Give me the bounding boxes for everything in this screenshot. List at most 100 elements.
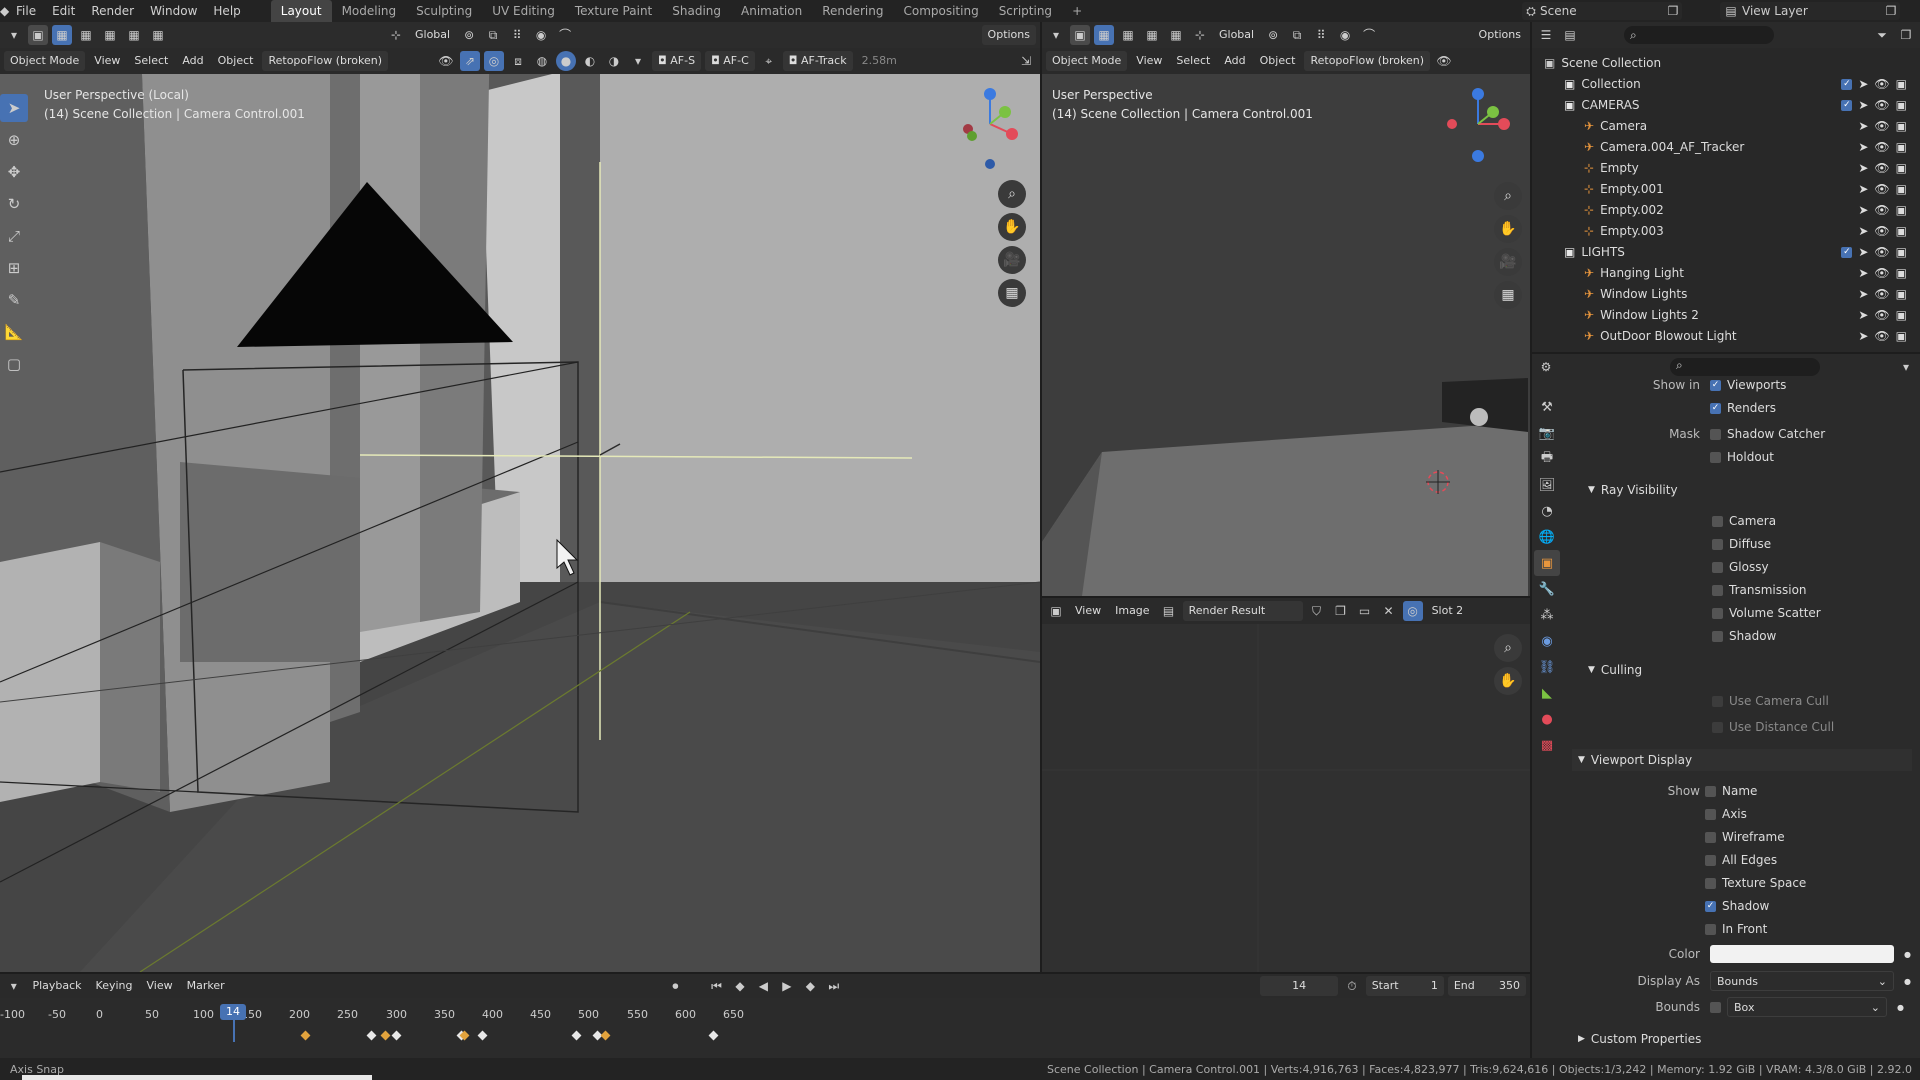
playback-menu[interactable]: Playback [27, 976, 86, 996]
select-cursor-icon[interactable]: ➤ [1858, 203, 1868, 217]
overlay-icon[interactable]: ◎ [484, 51, 505, 71]
image-browse-icon[interactable]: ▤ [1159, 601, 1179, 621]
outliner-row[interactable]: ▣ Scene Collection [1532, 52, 1915, 73]
eye-icon[interactable]: 👁 [1874, 329, 1889, 343]
image-menu[interactable]: Image [1110, 601, 1154, 621]
ray-visibility-header[interactable]: ▼ Ray Visibility [1588, 479, 1678, 501]
navigation-gizmo[interactable] [1438, 84, 1518, 174]
select-mode-extend-icon[interactable]: ▦ [1118, 25, 1138, 45]
ray-visibility-checkbox[interactable] [1712, 607, 1723, 619]
viewport-display-checkbox[interactable] [1705, 854, 1716, 866]
snap-target-icon[interactable]: ⠿ [1311, 25, 1331, 45]
keyframe-dot-icon[interactable]: ● [1904, 950, 1911, 959]
texture-tab-icon[interactable]: ▩ [1534, 732, 1560, 758]
outliner-row[interactable]: ⊹ Empty.003 ➤ 👁 ▣ [1532, 220, 1915, 241]
viewport-right[interactable]: ▾ ▣ ▦ ▦ ▦ ▦ ⊹ Global ⊚ ⧉ ⠿ ◉ ⌒ Options O… [1042, 22, 1530, 596]
keying-menu[interactable]: Keying [91, 976, 138, 996]
navigation-gizmo[interactable] [950, 84, 1030, 174]
world-tab-icon[interactable]: 🌐 [1534, 524, 1560, 550]
ortho-grid-icon[interactable]: ▦ [998, 279, 1026, 307]
material-shading-icon[interactable]: ◐ [580, 51, 600, 71]
object-menu[interactable]: Object [213, 51, 259, 71]
exclude-checkbox[interactable]: ✓ [1841, 99, 1853, 111]
exclude-checkbox[interactable]: ✓ [1841, 246, 1853, 258]
select-mode-extend-icon[interactable]: ▦ [76, 25, 96, 45]
select-cursor-icon[interactable]: ➤ [1858, 140, 1868, 154]
select-cursor-icon[interactable]: ➤ [1858, 287, 1868, 301]
select-box-icon[interactable]: ▣ [1070, 25, 1090, 45]
select-cursor-icon[interactable]: ➤ [1858, 266, 1868, 280]
outliner-row[interactable]: ✈ Camera ➤ 👁 ▣ [1532, 115, 1915, 136]
viewport-display-header[interactable]: ▼ Viewport Display [1572, 749, 1912, 771]
options-dropdown[interactable]: Options [981, 25, 1036, 45]
view-layer-selector[interactable]: ▤ View Layer ❐ [1720, 2, 1900, 20]
select-menu[interactable]: Select [1171, 51, 1215, 71]
ray-visibility-checkbox[interactable] [1712, 538, 1723, 550]
particles-tab-icon[interactable]: ⁂ [1534, 602, 1560, 628]
constraints-tab-icon[interactable]: ⛓ [1534, 654, 1560, 680]
object-tab-icon[interactable]: ▣ [1534, 550, 1560, 576]
object-menu[interactable]: Object [1255, 51, 1301, 71]
viewport-display-checkbox[interactable] [1705, 785, 1716, 797]
scene-selector[interactable]: ⛭ Scene ❐ [1522, 2, 1682, 20]
sidebar-toggle-icon[interactable]: ⇲ [1016, 51, 1036, 71]
render-camera-icon[interactable]: ▣ [1896, 119, 1907, 133]
menu-edit[interactable]: Edit [44, 0, 83, 22]
eye-icon[interactable]: 👁 [1874, 98, 1889, 112]
data-tab-icon[interactable]: ◣ [1534, 680, 1560, 706]
eye-icon[interactable]: 👁 [1874, 161, 1889, 175]
object-mode-dropdown[interactable]: Object Mode [4, 51, 86, 71]
camera-view-icon[interactable]: 🎥 [1494, 248, 1522, 276]
image-editor[interactable]: ▣ View Image ▤ Render Result ⛉ ❐ ▭ ✕ ◎ S… [1042, 598, 1530, 972]
gizmo-icon[interactable]: ⇗ [460, 51, 481, 71]
tab-layout[interactable]: Layout [270, 0, 332, 22]
pan-hand-icon[interactable]: ✋ [1494, 215, 1522, 243]
view-menu[interactable]: View [1131, 51, 1167, 71]
bounds-type-dropdown[interactable]: Box ⌄ [1727, 997, 1887, 1017]
pivot-icon[interactable]: ⊚ [1263, 25, 1283, 45]
view-menu[interactable]: View [89, 51, 125, 71]
options-dropdown[interactable]: Options [1474, 25, 1526, 45]
outliner-row[interactable]: ✈ Window Lights 2 ➤ 👁 ▣ [1532, 304, 1915, 325]
shadow-catcher-checkbox[interactable] [1710, 428, 1721, 440]
outliner-row[interactable]: ▣ Collection ✓ ➤ 👁 ▣ [1532, 73, 1915, 94]
editor-type-icon[interactable]: ☰ [1536, 25, 1556, 45]
tab-uv-editing[interactable]: UV Editing [482, 0, 565, 22]
keyframe-dot-icon[interactable]: ● [1897, 1003, 1904, 1012]
outliner-row[interactable]: ✈ Hanging Light ➤ 👁 ▣ [1532, 262, 1915, 283]
outliner-row[interactable]: ▣ CAMERAS ✓ ➤ 👁 ▣ [1532, 94, 1915, 115]
outliner-search-input[interactable]: ⌕ [1624, 26, 1774, 44]
use-distance-cull-checkbox[interactable] [1712, 721, 1723, 733]
ray-visibility-checkbox[interactable] [1712, 630, 1723, 642]
af-s-button[interactable]: ◘ AF-S [652, 51, 702, 71]
tab-compositing[interactable]: Compositing [893, 0, 988, 22]
close-image-icon[interactable]: ✕ [1379, 601, 1399, 621]
select-tool-icon[interactable]: ➤ [0, 94, 28, 122]
select-cursor-icon[interactable]: ➤ [1858, 98, 1868, 112]
duplicate-image-icon[interactable]: ❐ [1331, 601, 1351, 621]
add-cube-tool-icon[interactable]: ▢ [0, 350, 28, 378]
pan-hand-icon[interactable]: ✋ [998, 213, 1026, 241]
physics-tab-icon[interactable]: ◉ [1534, 628, 1560, 654]
exclude-checkbox[interactable]: ✓ [1841, 78, 1853, 90]
render-camera-icon[interactable]: ▣ [1896, 161, 1907, 175]
snap-target-icon[interactable]: ⠿ [507, 25, 527, 45]
render-tab-icon[interactable]: 📷 [1534, 420, 1560, 446]
af-c-button[interactable]: ◘ AF-C [705, 51, 755, 71]
pivot-icon[interactable]: ⊚ [459, 25, 479, 45]
view-menu[interactable]: View [1070, 601, 1106, 621]
menu-window[interactable]: Window [142, 0, 205, 22]
add-workspace-button[interactable]: + [1062, 0, 1092, 22]
select-mode-intersect-icon[interactable]: ▦ [148, 25, 168, 45]
viewport-display-checkbox[interactable] [1705, 831, 1716, 843]
retopoflow-menu[interactable]: RetopoFlow (broken) [262, 51, 389, 71]
select-cursor-icon[interactable]: ➤ [1858, 308, 1868, 322]
viewport-display-checkbox[interactable] [1705, 877, 1716, 889]
render-camera-icon[interactable]: ▣ [1896, 182, 1907, 196]
outliner-row[interactable]: ✈ Camera.004_AF_Tracker ➤ 👁 ▣ [1532, 136, 1915, 157]
overlay-icon[interactable]: ◎ [1402, 601, 1423, 621]
scale-tool-icon[interactable]: ⤢ [0, 222, 28, 250]
eye-icon[interactable]: 👁 [1874, 77, 1889, 91]
render-camera-icon[interactable]: ▣ [1896, 308, 1907, 322]
render-camera-icon[interactable]: ▣ [1896, 77, 1907, 91]
